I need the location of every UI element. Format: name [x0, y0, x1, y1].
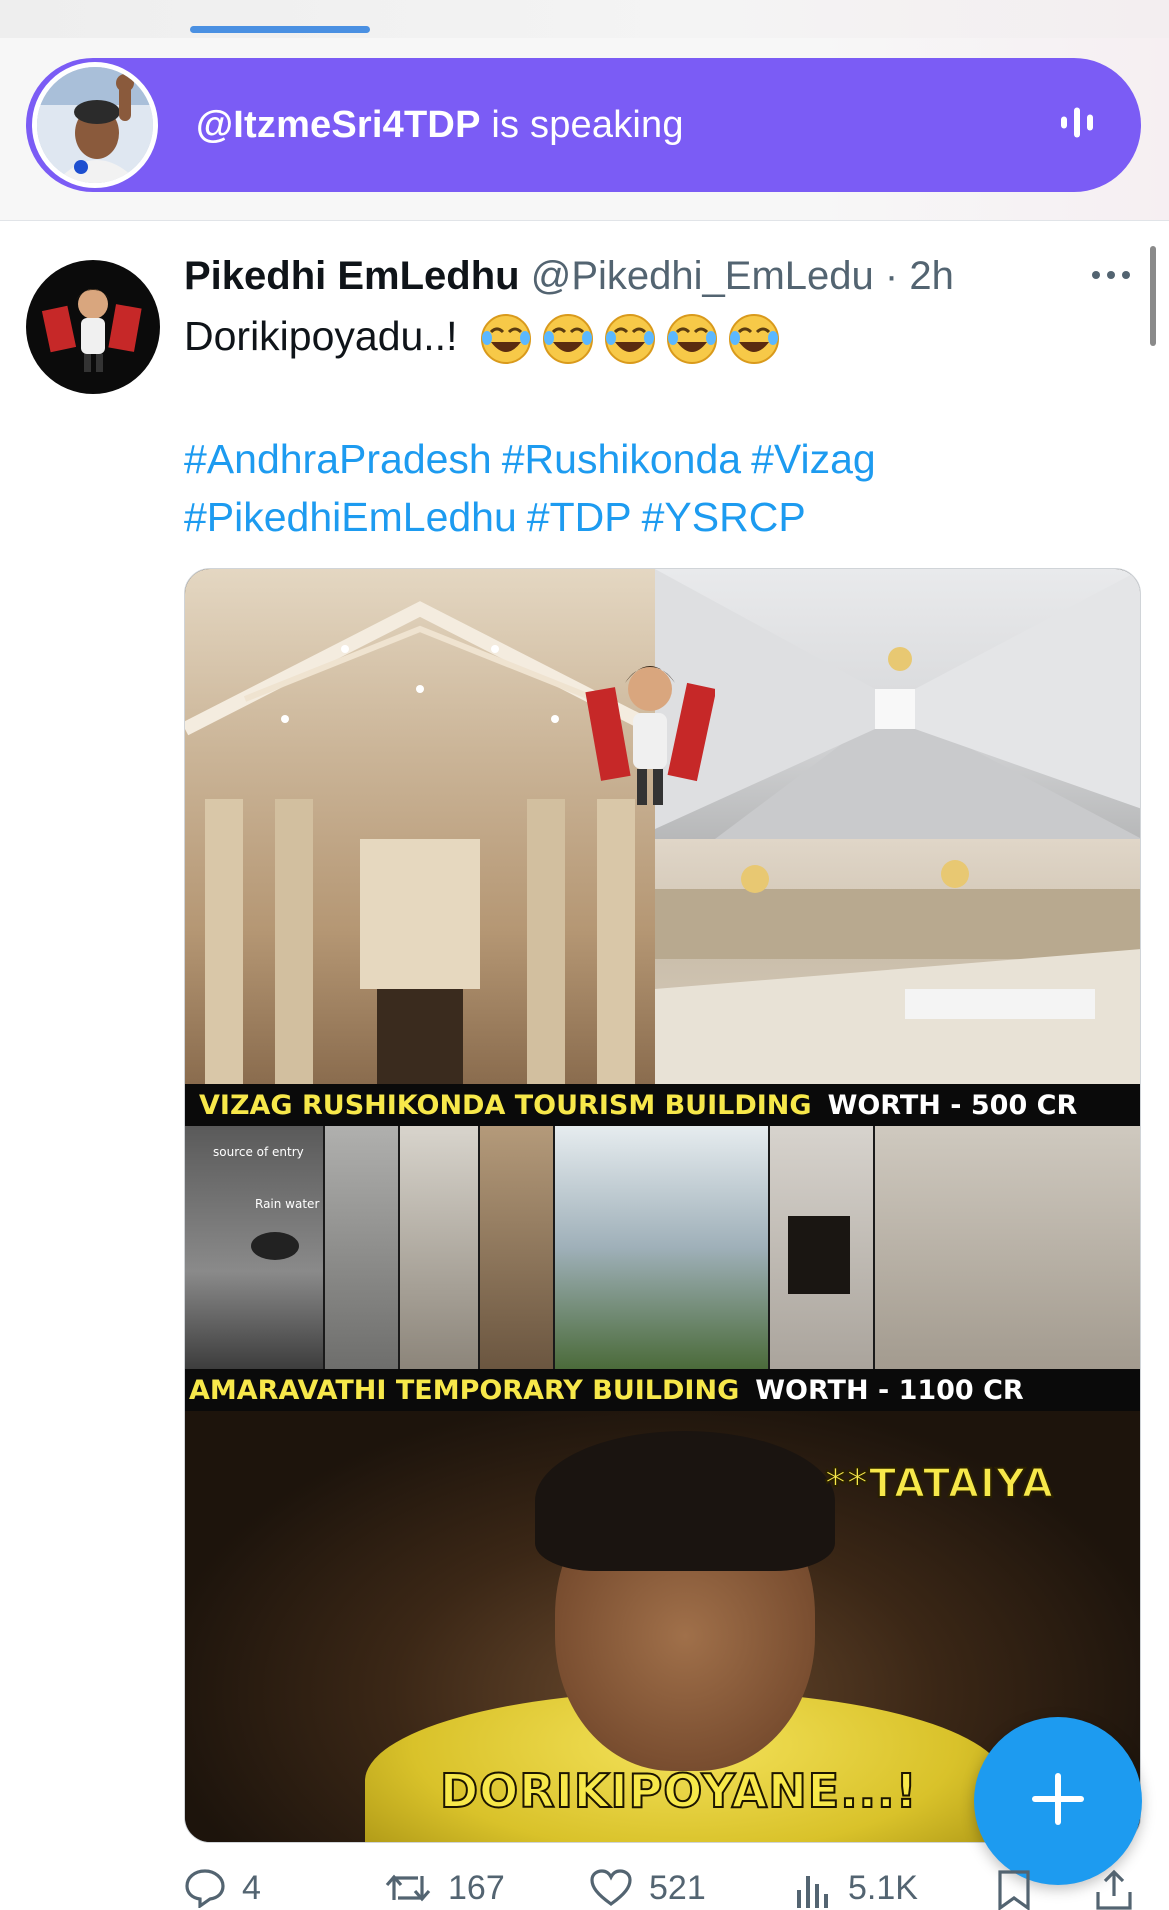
divider: [0, 220, 1169, 221]
photo-strip-damage: source of entry Rain water: [185, 1126, 1140, 1369]
hashtag-link[interactable]: #Vizag: [751, 436, 876, 482]
emoji-row: [479, 312, 781, 366]
share-icon: [1096, 1869, 1132, 1910]
live-space-bar[interactable]: @ItzmeSri4TDP is speaking: [26, 58, 1141, 192]
post-media[interactable]: VIZAG RUSHIKONDA TOURISM BUILDING WORTH …: [184, 568, 1141, 1843]
author-name[interactable]: Pikedhi EmLedhu: [184, 254, 520, 298]
hashtag-link[interactable]: #TDP: [527, 494, 632, 540]
like-button[interactable]: 521: [589, 1868, 706, 1908]
speaker-avatar-image: [37, 67, 153, 183]
reply-button[interactable]: 4: [184, 1868, 261, 1908]
caption-rushikonda-worth: WORTH - 500 CR: [827, 1089, 1078, 1121]
reply-icon: [185, 1869, 225, 1908]
more-options-icon[interactable]: [1090, 268, 1132, 286]
views-count: 5.1K: [848, 1868, 918, 1907]
photo-sofa: [480, 1126, 555, 1369]
caption-rushikonda-title: VIZAG RUSHIKONDA TOURISM BUILDING: [199, 1089, 812, 1121]
hashtag-link[interactable]: #PikedhiEmLedhu: [184, 494, 517, 540]
repost-button[interactable]: 167: [384, 1868, 505, 1908]
compose-fab[interactable]: [974, 1717, 1142, 1885]
repost-count: 167: [448, 1868, 505, 1907]
joy-emoji-icon: [604, 314, 655, 364]
author-avatar[interactable]: [26, 260, 160, 394]
views-icon: [797, 1876, 828, 1908]
post-text: Dorikipoyadu..!: [184, 312, 781, 366]
watermark-sticker: [585, 666, 715, 805]
post-time[interactable]: 2h: [909, 254, 954, 298]
like-count: 521: [649, 1868, 706, 1907]
equalizer-icon: [1061, 106, 1093, 145]
photo-chair: [400, 1126, 480, 1369]
separator: ·: [884, 254, 899, 298]
scrollbar-thumb[interactable]: [1150, 246, 1156, 346]
like-icon: [590, 1869, 632, 1906]
photo-office-cleaning: [555, 1126, 770, 1369]
reply-count: 4: [242, 1868, 261, 1907]
photo-banquet-hall: [585, 666, 1140, 1084]
joy-emoji-icon: [728, 314, 779, 364]
joy-emoji-icon: [542, 314, 593, 364]
photo-wall: [325, 1126, 400, 1369]
meme-hair: [535, 1431, 835, 1571]
speaker-avatar[interactable]: [32, 62, 158, 188]
photo-label-rain: Rain water: [255, 1197, 319, 1211]
photo-corridor: [655, 569, 1140, 839]
space-status: @ItzmeSri4TDP is speaking: [196, 104, 684, 147]
caption-amaravathi-title: AMARAVATHI TEMPORARY BUILDING: [189, 1374, 740, 1406]
post-header: Pikedhi EmLedhu @Pikedhi_EmLedu · 2h: [184, 254, 954, 299]
photo-grand-hall: [185, 569, 659, 1084]
views-button[interactable]: 5.1K: [794, 1868, 918, 1908]
bookmark-button[interactable]: [996, 1868, 1048, 1910]
photo-label-source: source of entry: [213, 1145, 304, 1159]
caption-rushikonda: VIZAG RUSHIKONDA TOURISM BUILDING WORTH …: [185, 1084, 1140, 1126]
meme-bottom-text: DORIKIPOYANE...!: [439, 1763, 918, 1819]
photo-crack: [875, 1126, 1140, 1369]
photo-hole: [770, 1126, 875, 1369]
caption-amaravathi: AMARAVATHI TEMPORARY BUILDING WORTH - 11…: [185, 1369, 1140, 1411]
speaker-handle[interactable]: @ItzmeSri4TDP: [196, 104, 481, 146]
hashtag-link[interactable]: #YSRCP: [642, 494, 806, 540]
speaking-label: is speaking: [491, 103, 684, 146]
joy-emoji-icon: [480, 314, 531, 364]
joy-emoji-icon: [666, 314, 717, 364]
share-button[interactable]: [1094, 1868, 1150, 1910]
hashtag-link[interactable]: #AndhraPradesh: [184, 436, 492, 482]
meme-top-text: **TATAIYA: [824, 1460, 1054, 1508]
repost-icon: [385, 1874, 431, 1902]
plus-icon: [1030, 1771, 1086, 1832]
post-actions: 4 167 521 5.1K: [184, 1868, 1144, 1910]
author-handle[interactable]: @Pikedhi_EmLedu: [531, 254, 874, 298]
top-strip: [0, 0, 1169, 38]
bookmark-icon: [998, 1870, 1030, 1910]
hashtag-link[interactable]: #Rushikonda: [502, 436, 741, 482]
hashtags: #AndhraPradesh #Rushikonda #Vizag #Pikedhi…: [184, 430, 1084, 546]
author-avatar-logo: [41, 289, 142, 372]
drag-handle[interactable]: [190, 26, 370, 33]
caption-amaravathi-worth: WORTH - 1100 CR: [755, 1374, 1024, 1406]
photo-rain-water: source of entry Rain water: [185, 1126, 325, 1369]
post-body: Dorikipoyadu..!: [184, 312, 458, 359]
